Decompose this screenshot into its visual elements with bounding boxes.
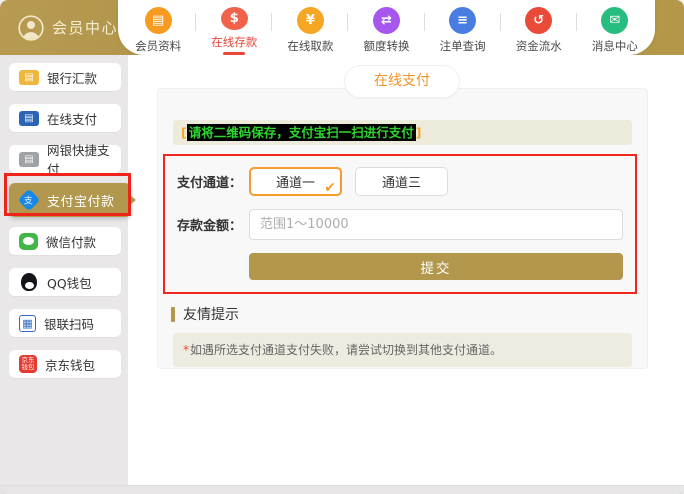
sidebar-item-online-pay[interactable]: ▤ 在线支付 xyxy=(9,104,121,132)
tab-online-pay[interactable]: 在线支付 xyxy=(344,65,460,98)
amount-label: 存款金额： xyxy=(177,215,249,234)
submit-button[interactable]: 提交 xyxy=(249,253,623,280)
nav-item-quota-transfer[interactable]: ⇄ 额度转换 xyxy=(351,0,423,55)
alipay-icon: 支 xyxy=(18,189,41,212)
notice-text: 请将二维码保存，支付宝扫一扫进行支付 xyxy=(187,124,416,141)
nav-item-message-center[interactable]: ✉ 消息中心 xyxy=(579,0,651,55)
nav-item-fund-flow[interactable]: ↺ 资金流水 xyxy=(503,0,575,55)
selected-check-icon: ✔ xyxy=(324,180,336,196)
main-panel: 在线支付 [请将二维码保存，支付宝扫一扫进行支付] 支付通道： 通道一✔ 通道三 … xyxy=(128,55,684,494)
nav-label: 资金流水 xyxy=(516,38,562,54)
envelope-icon: ✉ xyxy=(601,7,628,34)
sidebar-item-label: 在线支付 xyxy=(47,109,97,128)
sidebar-item-label: 京东钱包 xyxy=(45,355,95,374)
bank-card-icon: ▤ xyxy=(19,111,39,126)
jd-wallet-icon: 京东钱包 xyxy=(19,355,37,373)
avatar-icon xyxy=(18,15,44,41)
channel-row: 支付通道： 通道一✔ 通道三 xyxy=(177,167,623,196)
sidebar-item-jd-wallet[interactable]: 京东钱包京东钱包 xyxy=(9,350,121,378)
nav-label: 会员资料 xyxy=(135,38,181,54)
id-card-icon: ▤ xyxy=(145,7,172,34)
sidebar-item-label: QQ钱包 xyxy=(47,273,92,292)
amount-input[interactable] xyxy=(249,209,623,240)
sidebar-item-label: 网银快捷支付 xyxy=(47,140,121,178)
nav-item-online-withdraw[interactable]: ¥ 在线取款 xyxy=(274,0,346,55)
tips-accent-bar xyxy=(171,307,175,322)
channel-options: 通道一✔ 通道三 xyxy=(249,167,448,196)
order-list-icon: ≡ xyxy=(449,7,476,34)
submit-row: 提交 xyxy=(177,253,623,280)
tips-text: 如遇所选支付通道支付失败，请尝试切换到其他支付通道。 xyxy=(190,343,502,357)
sidebar-item-label: 银行汇款 xyxy=(47,68,97,87)
channel-label: 支付通道： xyxy=(177,172,249,191)
amount-row: 存款金额： xyxy=(177,209,623,240)
sidebar-item-alipay[interactable]: 支支付宝付款 xyxy=(9,183,131,217)
nav-label: 在线取款 xyxy=(287,38,333,54)
page: 会员中心 ▤ 会员资料 $ 在线存款 ¥ 在线取款 ⇄ 额度转换 ≡ 注单查询 ↺ 资金流水 ✉ 消息中心… xyxy=(0,0,684,494)
sidebar-item-label: 支付宝付款 xyxy=(47,191,115,210)
brand: 会员中心 xyxy=(18,0,118,55)
nav-item-bet-query[interactable]: ≡ 注单查询 xyxy=(427,0,499,55)
brand-label: 会员中心 xyxy=(52,17,118,38)
sidebar-item-wechat-pay[interactable]: 微信付款 xyxy=(9,227,121,255)
history-icon: ↺ xyxy=(525,7,552,34)
sidebar-item-label: 微信付款 xyxy=(46,232,96,251)
unionpay-scan-icon: ▦ xyxy=(19,315,36,332)
notice-close-bracket: ] xyxy=(416,125,422,140)
yen-icon: ¥ xyxy=(297,7,324,34)
page-bottom-strip xyxy=(0,485,684,494)
qq-icon xyxy=(21,273,37,291)
deposit-form-annotated-box: 支付通道： 通道一✔ 通道三 存款金额： 提交 xyxy=(163,154,637,294)
notice-banner: [请将二维码保存，支付宝扫一扫进行支付] xyxy=(173,120,632,145)
sidebar-item-unionpay-scan[interactable]: ▦ 银联扫码 xyxy=(9,309,121,337)
nav-label: 注单查询 xyxy=(440,38,486,54)
channel-option-2[interactable]: 通道三 xyxy=(355,167,448,196)
wechat-icon xyxy=(19,233,38,250)
content-card: [请将二维码保存，支付宝扫一扫进行支付] 支付通道： 通道一✔ 通道三 存款金额：… xyxy=(157,88,648,369)
piggy-bank-icon: $ xyxy=(221,7,248,30)
tips-heading-label: 友情提示 xyxy=(183,304,239,324)
nav-label: 在线存款 xyxy=(211,34,257,50)
tips-box: *如遇所选支付通道支付失败，请尝试切换到其他支付通道。 xyxy=(173,333,632,367)
header: 会员中心 ▤ 会员资料 $ 在线存款 ¥ 在线取款 ⇄ 额度转换 ≡ 注单查询 ↺ 资金流水 ✉ 消息中心 xyxy=(0,0,684,55)
nav-item-online-deposit[interactable]: $ 在线存款 xyxy=(198,0,270,55)
nav-item-member-profile[interactable]: ▤ 会员资料 xyxy=(122,0,194,55)
nav-label: 额度转换 xyxy=(364,38,410,54)
sidebar-item-netbank-quick-pay[interactable]: ▤网银快捷支付 xyxy=(9,145,121,173)
notice-open-bracket: [ xyxy=(181,125,187,140)
tips-heading: 友情提示 xyxy=(171,304,632,324)
top-nav: ▤ 会员资料 $ 在线存款 ¥ 在线取款 ⇄ 额度转换 ≡ 注单查询 ↺ 资金流水 ✉ 消息中心 xyxy=(118,0,655,55)
content-body: ▤银行汇款▤在线支付▤网银快捷支付支支付宝付款微信付款QQ钱包▦银联扫码京东钱包… xyxy=(0,55,684,494)
channel-option-1[interactable]: 通道一✔ xyxy=(249,167,342,196)
sidebar-item-label: 银联扫码 xyxy=(44,314,94,333)
sidebar: ▤银行汇款▤在线支付▤网银快捷支付支支付宝付款微信付款QQ钱包▦银联扫码京东钱包… xyxy=(0,55,128,494)
sidebar-item-bank-remit[interactable]: ▤ 银行汇款 xyxy=(9,63,121,91)
sidebar-item-qq-wallet[interactable]: QQ钱包 xyxy=(9,268,121,296)
wallet-icon: ▤ xyxy=(19,70,39,85)
gray-card-icon: ▤ xyxy=(19,152,39,167)
nav-label: 消息中心 xyxy=(592,38,638,54)
transfer-icon: ⇄ xyxy=(373,7,400,34)
tips-asterisk: * xyxy=(183,343,189,357)
